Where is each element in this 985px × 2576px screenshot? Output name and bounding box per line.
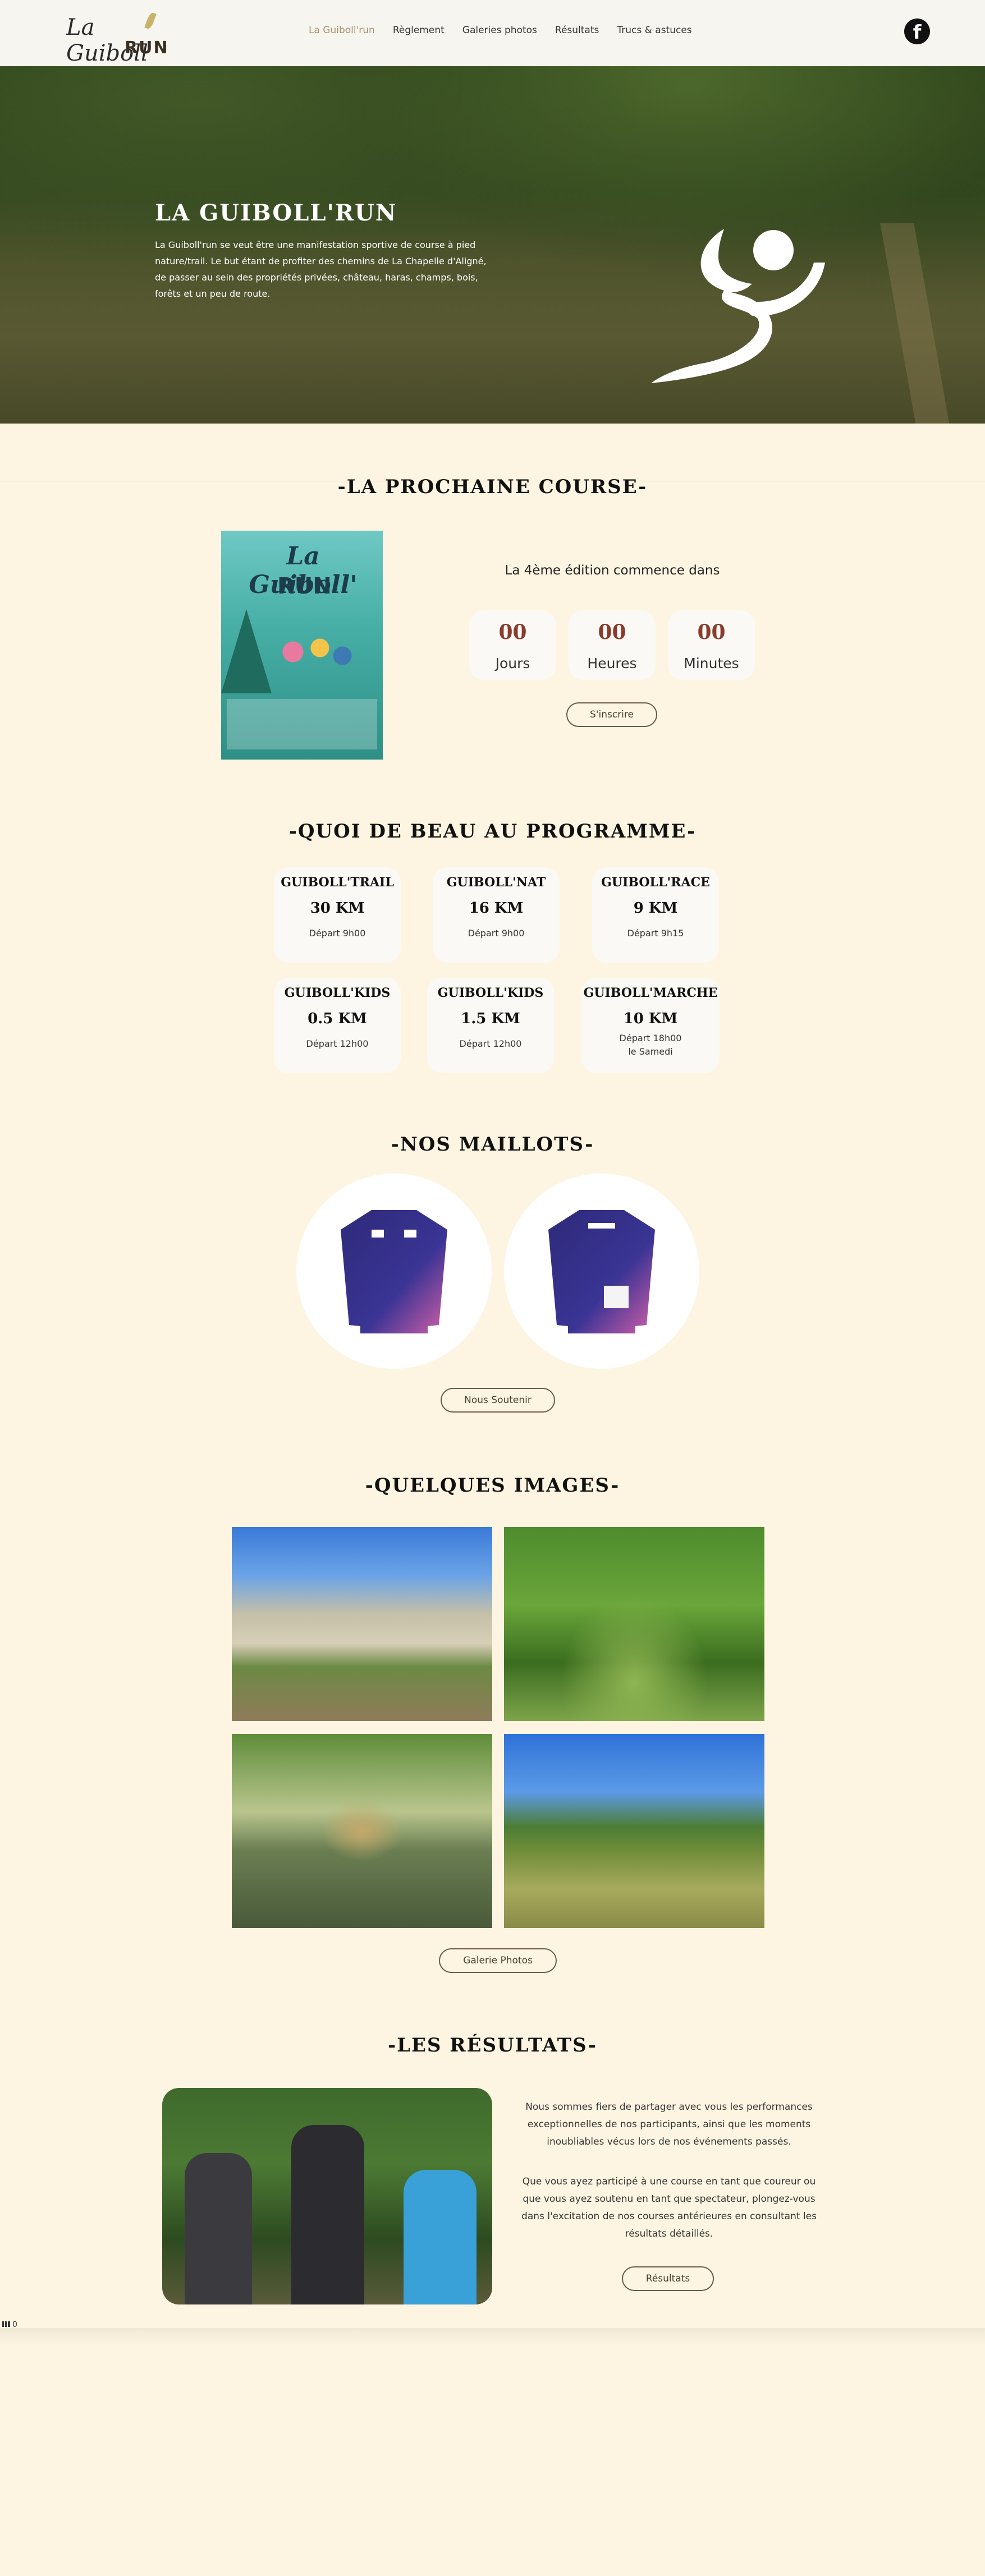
- photo-gallery-button[interactable]: Galerie Photos: [439, 1948, 557, 1973]
- results-paragraph-2: Que vous ayez participé à une course en …: [521, 2176, 817, 2239]
- stats-bars-icon: [2, 2321, 10, 2327]
- site-header: La Guiboll RUN La Guiboll'run Règlement …: [0, 0, 985, 66]
- race-distance: 1.5 KM: [461, 1010, 520, 1027]
- race-time: Départ 12h00: [459, 1038, 522, 1049]
- poster-tree: [221, 609, 272, 693]
- results-paragraph-1: Nous sommes fiers de partager avec vous …: [525, 2101, 813, 2147]
- register-button[interactable]: S'inscrire: [566, 702, 657, 727]
- poster-runners: [266, 620, 356, 699]
- countdown-minutes-label: Minutes: [684, 655, 739, 671]
- race-card-trail[interactable]: GUIBOLL'TRAIL 30 KM Départ 9h00: [274, 867, 401, 963]
- footer-shadow: [0, 2328, 985, 2345]
- countdown-hours-label: Heures: [587, 655, 637, 671]
- race-time: Départ 9h00: [468, 928, 525, 939]
- nav-item-guibollrun[interactable]: La Guiboll'run: [309, 25, 375, 36]
- programme-title: -QUOI DE BEAU AU PROGRAMME-: [288, 820, 697, 843]
- runner-figure: [291, 2125, 364, 2304]
- race-name: GUIBOLL'NAT: [446, 875, 546, 890]
- race-card-kids-short[interactable]: GUIBOLL'KIDS 0.5 KM Départ 12h00: [274, 978, 401, 1073]
- jerseys-title: -NOS MAILLOTS-: [391, 1133, 594, 1156]
- race-card-race[interactable]: GUIBOLL'RACE 9 KM Départ 9h15: [592, 867, 719, 963]
- gallery-photo-field[interactable]: [504, 1734, 764, 1928]
- race-time: Départ 9h00: [309, 928, 366, 939]
- logo-run-text: RUN: [125, 38, 169, 58]
- runner-figure: [404, 2170, 477, 2304]
- race-poster[interactable]: La Guiboll' RUN: [221, 531, 383, 760]
- countdown-hours: 00 Heures: [569, 610, 656, 680]
- race-name: GUIBOLL'RACE: [601, 875, 710, 890]
- countdown-minutes-value: 00: [697, 620, 726, 644]
- hero-banner: LA GUIBOLL'RUN La Guiboll'run se veut êt…: [0, 66, 985, 424]
- countdown-caption: La 4ème édition commence dans: [505, 563, 720, 578]
- race-distance: 0.5 KM: [308, 1010, 367, 1027]
- countdown-days-label: Jours: [495, 655, 530, 671]
- results-photo: [162, 2088, 492, 2304]
- race-distance: 30 KM: [310, 900, 365, 917]
- race-time: Départ 9h15: [627, 928, 684, 939]
- race-name: GUIBOLL'MARCHE: [583, 986, 718, 1000]
- jersey-front-circle: [296, 1174, 492, 1369]
- runner-icon: [651, 229, 825, 383]
- countdown-days: 00 Jours: [469, 610, 556, 680]
- facebook-icon[interactable]: f: [904, 19, 930, 44]
- gallery-title: -QUELQUES IMAGES-: [365, 1474, 620, 1497]
- hero-title: LA GUIBOLL'RUN: [155, 200, 397, 226]
- next-race-title: -LA PROCHAINE COURSE-: [337, 476, 648, 498]
- hero-path: [880, 223, 950, 424]
- hero-description: La Guiboll'run se veut être une manifest…: [155, 240, 487, 299]
- race-name: GUIBOLL'KIDS: [284, 986, 391, 1000]
- nav-item-resultats[interactable]: Résultats: [555, 25, 599, 36]
- support-button[interactable]: Nous Soutenir: [441, 1388, 555, 1413]
- nav-item-galeries-photos[interactable]: Galeries photos: [462, 25, 537, 36]
- jersey-front-icon: [341, 1210, 447, 1333]
- jersey-back-icon: [548, 1210, 655, 1333]
- jersey-back-circle: [504, 1174, 699, 1369]
- race-time: Départ 18h00 le Samedi: [619, 1033, 682, 1057]
- race-name: GUIBOLL'KIDS: [437, 986, 544, 1000]
- site-logo[interactable]: La Guiboll RUN: [63, 11, 169, 66]
- runner-figure: [185, 2153, 252, 2304]
- nav-item-reglement[interactable]: Règlement: [393, 25, 445, 36]
- race-distance: 9 KM: [633, 900, 678, 917]
- race-card-kids-long[interactable]: GUIBOLL'KIDS 1.5 KM Départ 12h00: [427, 978, 554, 1073]
- countdown-hours-value: 00: [598, 620, 626, 644]
- countdown-minutes: 00 Minutes: [668, 610, 755, 680]
- race-distance: 16 KM: [469, 900, 524, 917]
- nav-item-trucs-astuces[interactable]: Trucs & astuces: [617, 25, 691, 36]
- poster-info: [227, 699, 377, 749]
- race-card-marche[interactable]: GUIBOLL'MARCHE 10 KM Départ 18h00 le Sam…: [581, 978, 720, 1073]
- race-card-nat[interactable]: GUIBOLL'NAT 16 KM Départ 9h00: [433, 867, 560, 963]
- race-name: GUIBOLL'TRAIL: [281, 875, 394, 890]
- main-nav: La Guiboll'run Règlement Galeries photos…: [309, 25, 692, 36]
- race-time: Départ 12h00: [306, 1038, 369, 1049]
- gallery-photo-gate[interactable]: [504, 1527, 764, 1721]
- gallery-photo-chateau[interactable]: [232, 1527, 492, 1721]
- race-distance: 10 KM: [623, 1010, 678, 1027]
- countdown-days-value: 00: [498, 620, 527, 644]
- gallery-photo-hay-bales[interactable]: [232, 1734, 492, 1928]
- results-title: -LES RÉSULTATS-: [387, 2034, 597, 2057]
- results-button[interactable]: Résultats: [622, 2266, 714, 2291]
- poster-run: RUN: [277, 573, 332, 599]
